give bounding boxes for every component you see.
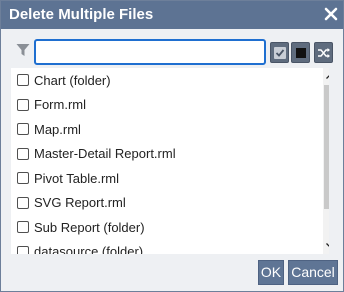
list-item[interactable]: Master-Detail Report.rml <box>11 142 311 166</box>
file-checkbox[interactable] <box>17 123 29 135</box>
file-label: Map.rml <box>34 121 81 137</box>
filter-icon <box>16 43 30 57</box>
shuffle-icon <box>318 48 330 58</box>
file-checkbox[interactable] <box>17 196 29 209</box>
list-item[interactable]: datasource (folder) <box>11 240 311 254</box>
file-label: Form.rml <box>34 97 86 112</box>
ok-button[interactable]: OK <box>258 260 284 285</box>
list-item[interactable]: Form.rml <box>11 93 311 117</box>
scroll-thumb[interactable] <box>324 85 329 209</box>
list-item[interactable]: Chart (folder) <box>11 68 311 92</box>
list-item[interactable]: SVG Report.rml <box>11 191 311 215</box>
file-checkbox[interactable] <box>17 172 29 184</box>
scroll-up-icon[interactable] <box>323 70 329 84</box>
file-checkbox[interactable] <box>17 221 29 233</box>
file-list[interactable]: Chart (folder) Form.rml Map.rml Master-D… <box>11 68 329 254</box>
file-label: SVG Report.rml <box>34 195 126 210</box>
list-scrollbar[interactable] <box>323 68 329 254</box>
file-label: Sub Report (folder) <box>34 219 145 235</box>
checkmark-icon <box>274 47 286 59</box>
file-checkbox[interactable] <box>17 98 29 111</box>
deselect-all-button[interactable] <box>291 42 310 63</box>
dialog-titlebar[interactable]: Delete Multiple Files <box>1 1 343 29</box>
list-item[interactable]: Map.rml <box>11 117 311 141</box>
square-icon <box>296 48 306 58</box>
file-label: datasource (folder) <box>34 244 144 254</box>
file-checkbox[interactable] <box>17 245 29 254</box>
dialog-title: Delete Multiple Files <box>9 6 154 23</box>
list-item[interactable]: Pivot Table.rml <box>11 166 311 190</box>
file-label: Pivot Table.rml <box>34 170 120 186</box>
select-all-button[interactable] <box>270 42 289 63</box>
list-item[interactable]: Sub Report (folder) <box>11 215 311 239</box>
file-label: Chart (folder) <box>34 72 111 88</box>
filter-input[interactable] <box>34 39 266 65</box>
delete-files-dialog: Delete Multiple Files Chart (folder) For… <box>0 0 344 292</box>
invert-selection-button[interactable] <box>314 42 333 63</box>
file-checkbox[interactable] <box>17 147 29 160</box>
scroll-down-icon[interactable] <box>323 238 329 252</box>
file-label: Master-Detail Report.rml <box>34 146 176 161</box>
close-icon[interactable] <box>323 6 339 22</box>
file-checkbox[interactable] <box>17 74 29 86</box>
cancel-button[interactable]: Cancel <box>288 260 338 285</box>
